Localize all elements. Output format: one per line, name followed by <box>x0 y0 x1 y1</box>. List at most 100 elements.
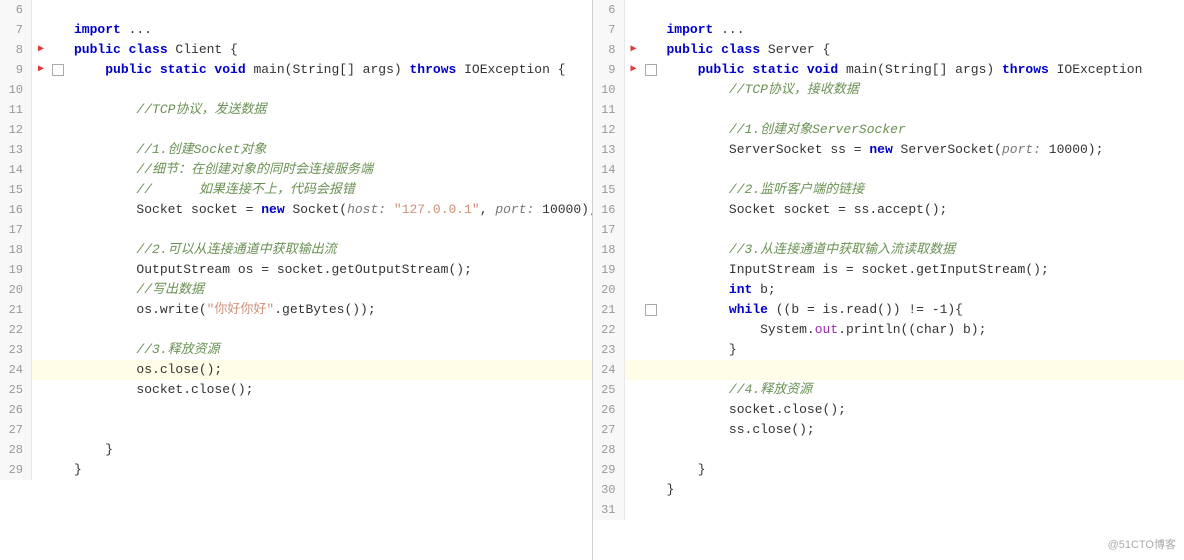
line-number: 18 <box>593 240 625 260</box>
line-number: 9 <box>0 60 32 80</box>
code-line: 21 os.write("你好你好".getBytes()); <box>0 300 592 320</box>
code-content: int b; <box>659 280 1184 300</box>
code-content: os.write("你好你好".getBytes()); <box>66 300 592 320</box>
code-content: } <box>659 480 1184 500</box>
code-content: while ((b = is.read()) != -1){ <box>659 300 1184 320</box>
line-number: 29 <box>593 460 625 480</box>
line-number: 22 <box>593 320 625 340</box>
code-line: 31 <box>593 500 1184 520</box>
code-content: // 如果连接不上，代码会报错 <box>66 180 592 200</box>
right-pane: 6 7 import ... 8 public class Server { <box>593 0 1184 560</box>
code-line: 24 <box>593 360 1184 380</box>
code-content: OutputStream os = socket.getOutputStream… <box>66 260 592 280</box>
code-content: public class Client { <box>66 40 592 60</box>
line-number: 19 <box>593 260 625 280</box>
code-line: 7 import ... <box>0 20 592 40</box>
code-line: 18 //2.可以从连接通道中获取输出流 <box>0 240 592 260</box>
line-number: 25 <box>0 380 32 400</box>
editor-container: 6 7 import ... 8 public class Client { <box>0 0 1184 560</box>
line-number: 24 <box>593 360 625 380</box>
left-code-area: 6 7 import ... 8 public class Client { <box>0 0 592 560</box>
code-line: 12 //1.创建对象ServerSocker <box>593 120 1184 140</box>
code-line: 17 <box>0 220 592 240</box>
line-number: 10 <box>593 80 625 100</box>
code-content: //1.创建Socket对象 <box>66 140 592 160</box>
code-line: 24 os.close(); <box>0 360 592 380</box>
code-line: 15 // 如果连接不上，代码会报错 <box>0 180 592 200</box>
code-line: 13 ServerSocket ss = new ServerSocket(po… <box>593 140 1184 160</box>
debug-arrow <box>625 60 643 80</box>
line-number: 28 <box>0 440 32 460</box>
code-line: 11 <box>593 100 1184 120</box>
code-line: 15 //2.监听客户端的链接 <box>593 180 1184 200</box>
code-line: 28 } <box>0 440 592 460</box>
line-number: 6 <box>593 0 625 20</box>
line-number: 27 <box>0 420 32 440</box>
line-number: 9 <box>593 60 625 80</box>
code-content: //写出数据 <box>66 280 592 300</box>
code-line: 29 } <box>0 460 592 480</box>
code-line: 26 <box>0 400 592 420</box>
code-line: 21 while ((b = is.read()) != -1){ <box>593 300 1184 320</box>
debug-indicator <box>50 64 66 76</box>
code-line: 19 OutputStream os = socket.getOutputStr… <box>0 260 592 280</box>
code-line: 23 } <box>593 340 1184 360</box>
code-line: 6 <box>593 0 1184 20</box>
line-number: 15 <box>0 180 32 200</box>
line-number: 14 <box>593 160 625 180</box>
code-content: import ... <box>659 20 1184 40</box>
right-code-area: 6 7 import ... 8 public class Server { <box>593 0 1184 560</box>
code-line: 17 <box>593 220 1184 240</box>
line-number: 13 <box>0 140 32 160</box>
debug-indicator <box>643 304 659 316</box>
line-number: 31 <box>593 500 625 520</box>
code-line: 10 <box>0 80 592 100</box>
line-number: 23 <box>0 340 32 360</box>
line-number: 30 <box>593 480 625 500</box>
code-content: Socket socket = ss.accept(); <box>659 200 1184 220</box>
line-number: 26 <box>0 400 32 420</box>
debug-arrow <box>625 40 643 60</box>
code-content: //TCP协议，发送数据 <box>66 100 592 120</box>
line-number: 20 <box>593 280 625 300</box>
code-line: 26 socket.close(); <box>593 400 1184 420</box>
code-content: InputStream is = socket.getInputStream()… <box>659 260 1184 280</box>
code-line: 14 //细节：在创建对象的同时会连接服务端 <box>0 160 592 180</box>
line-number: 24 <box>0 360 32 380</box>
code-line: 8 public class Client { <box>0 40 592 60</box>
line-number: 11 <box>593 100 625 120</box>
code-content: //2.可以从连接通道中获取输出流 <box>66 240 592 260</box>
left-pane: 6 7 import ... 8 public class Client { <box>0 0 593 560</box>
code-content: //3.从连接通道中获取输入流读取数据 <box>659 240 1184 260</box>
code-line: 12 <box>0 120 592 140</box>
code-content: Socket socket = new Socket(host: "127.0.… <box>66 200 593 220</box>
line-number: 10 <box>0 80 32 100</box>
line-number: 8 <box>0 40 32 60</box>
code-line: 18 //3.从连接通道中获取输入流读取数据 <box>593 240 1184 260</box>
code-content: //1.创建对象ServerSocker <box>659 120 1184 140</box>
code-line: 22 <box>0 320 592 340</box>
code-content: os.close(); <box>66 360 592 380</box>
code-content: socket.close(); <box>66 380 592 400</box>
debug-arrow <box>32 60 50 80</box>
code-line: 23 //3.释放资源 <box>0 340 592 360</box>
watermark: @51CTO博客 <box>1108 536 1176 552</box>
code-line: 9 public static void main(String[] args)… <box>593 60 1184 80</box>
line-number: 16 <box>0 200 32 220</box>
line-number: 22 <box>0 320 32 340</box>
code-line: 25 socket.close(); <box>0 380 592 400</box>
code-content: import ... <box>66 20 592 40</box>
line-number: 19 <box>0 260 32 280</box>
line-number: 12 <box>0 120 32 140</box>
line-number: 7 <box>593 20 625 40</box>
line-number: 26 <box>593 400 625 420</box>
code-line: 6 <box>0 0 592 20</box>
code-content: ss.close(); <box>659 420 1184 440</box>
code-content: public static void main(String[] args) t… <box>66 60 592 80</box>
line-number: 17 <box>0 220 32 240</box>
code-content: //细节：在创建对象的同时会连接服务端 <box>66 160 592 180</box>
line-number: 27 <box>593 420 625 440</box>
code-line: 16 Socket socket = new Socket(host: "127… <box>0 200 592 220</box>
code-line: 27 <box>0 420 592 440</box>
line-number: 29 <box>0 460 32 480</box>
